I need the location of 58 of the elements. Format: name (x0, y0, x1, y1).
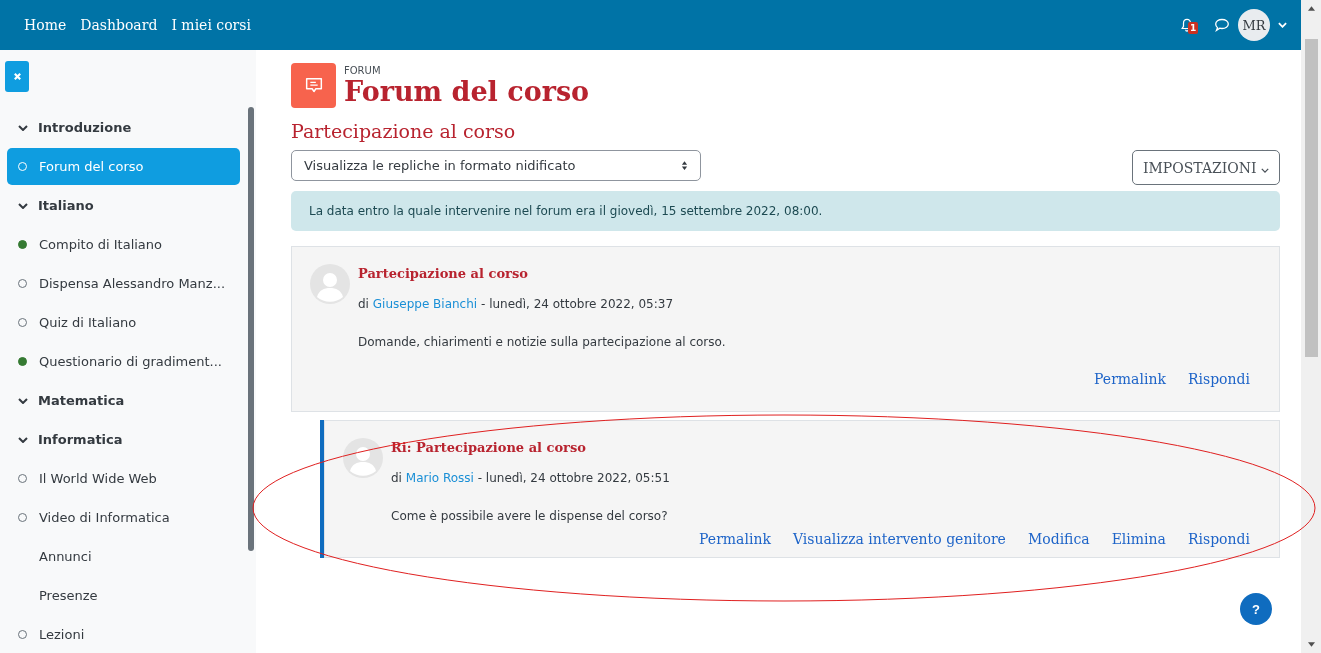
chevron-icon (18, 397, 28, 404)
post-action-link[interactable]: Permalink (1094, 371, 1166, 387)
post-action-link[interactable]: Modifica (1027, 531, 1090, 547)
post-date: - lunedì, 24 ottobre 2022, 05:37 (481, 297, 674, 311)
sidebar-item[interactable]: Annunci (7, 538, 240, 575)
nav-link[interactable]: Dashboard (80, 17, 158, 33)
close-button[interactable] (5, 61, 29, 92)
nav-link[interactable]: I miei corsi (171, 17, 251, 33)
post-subject[interactable]: Ri: Partecipazione al corso (391, 440, 1250, 455)
chevron-icon (18, 436, 28, 443)
user-avatar-icon (343, 438, 383, 478)
scroll-down-icon[interactable] (1307, 642, 1315, 647)
help-button[interactable]: ? (1240, 593, 1272, 625)
sidebar-item[interactable]: Presenze (7, 577, 240, 614)
byline-prefix: di (391, 471, 402, 485)
activity-type-label: FORUM (344, 65, 382, 76)
notification-count: 1 (1188, 22, 1199, 34)
close-icon (12, 72, 22, 81)
caret-icon[interactable] (1278, 22, 1287, 28)
page-title: Forum del corso (344, 76, 590, 108)
scrollbar-thumb[interactable] (248, 107, 254, 551)
post-date: - lunedì, 24 ottobre 2022, 05:51 (477, 471, 670, 485)
sidebar-item[interactable]: Dispensa Alessandro Manz... (7, 265, 240, 302)
nav-link[interactable]: Home (24, 17, 67, 33)
user-avatar[interactable]: MR (1238, 9, 1270, 41)
bell-icon[interactable] (1180, 17, 1194, 33)
post-message: Come è possibile avere le dispense del corso? (391, 509, 669, 523)
settings-button[interactable]: IMPOSTAZIONI (1132, 150, 1280, 185)
scroll-up-icon[interactable] (1307, 6, 1315, 11)
sidebar-item[interactable]: Lezioni (7, 616, 240, 653)
discussion-title: Partecipazione al corso (291, 120, 517, 142)
post-subject[interactable]: Partecipazione al corso (358, 266, 1250, 281)
post-action-link[interactable]: Permalink (699, 531, 771, 547)
display-mode-select[interactable]: Visualizza le repliche in formato nidificato (291, 150, 701, 181)
post-action-link[interactable]: Elimina (1111, 531, 1166, 547)
post-action-link[interactable]: Rispondi (1187, 531, 1250, 547)
sort-arrows-icon (681, 160, 688, 171)
sidebar-item[interactable]: Il World Wide Web (7, 460, 240, 497)
post-action-link[interactable]: Visualizza intervento genitore (792, 531, 1006, 547)
user-avatar-icon (310, 264, 350, 304)
sidebar-item[interactable]: Matematica (7, 382, 240, 419)
chat-icon[interactable] (1214, 18, 1230, 32)
sidebar-item[interactable]: Quiz di Italiano (7, 304, 240, 341)
post-message: Domande, chiarimenti e notizie sulla partecipazione al corso. (358, 335, 727, 349)
sidebar-item[interactable]: Compito di Italiano (7, 226, 240, 263)
deadline-notice: La data entro la quale intervenire nel forum era il giovedì, 15 settembre 2022, 08:00. (291, 191, 1280, 231)
sidebar-item[interactable]: Video di Informatica (7, 499, 240, 536)
sidebar-item[interactable]: Questionario di gradiment... (7, 343, 240, 380)
chevron-icon (18, 124, 28, 131)
forum-icon (291, 63, 336, 108)
scrollbar-thumb[interactable] (1304, 39, 1318, 357)
byline-prefix: di (358, 297, 369, 311)
caret-icon (1261, 167, 1269, 173)
post-action-link[interactable]: Rispondi (1187, 371, 1250, 387)
sidebar-item[interactable]: Introduzione (7, 109, 240, 146)
chevron-icon (18, 202, 28, 209)
sidebar-item[interactable]: Italiano (7, 187, 240, 224)
sidebar-item[interactable]: Informatica (7, 421, 240, 458)
